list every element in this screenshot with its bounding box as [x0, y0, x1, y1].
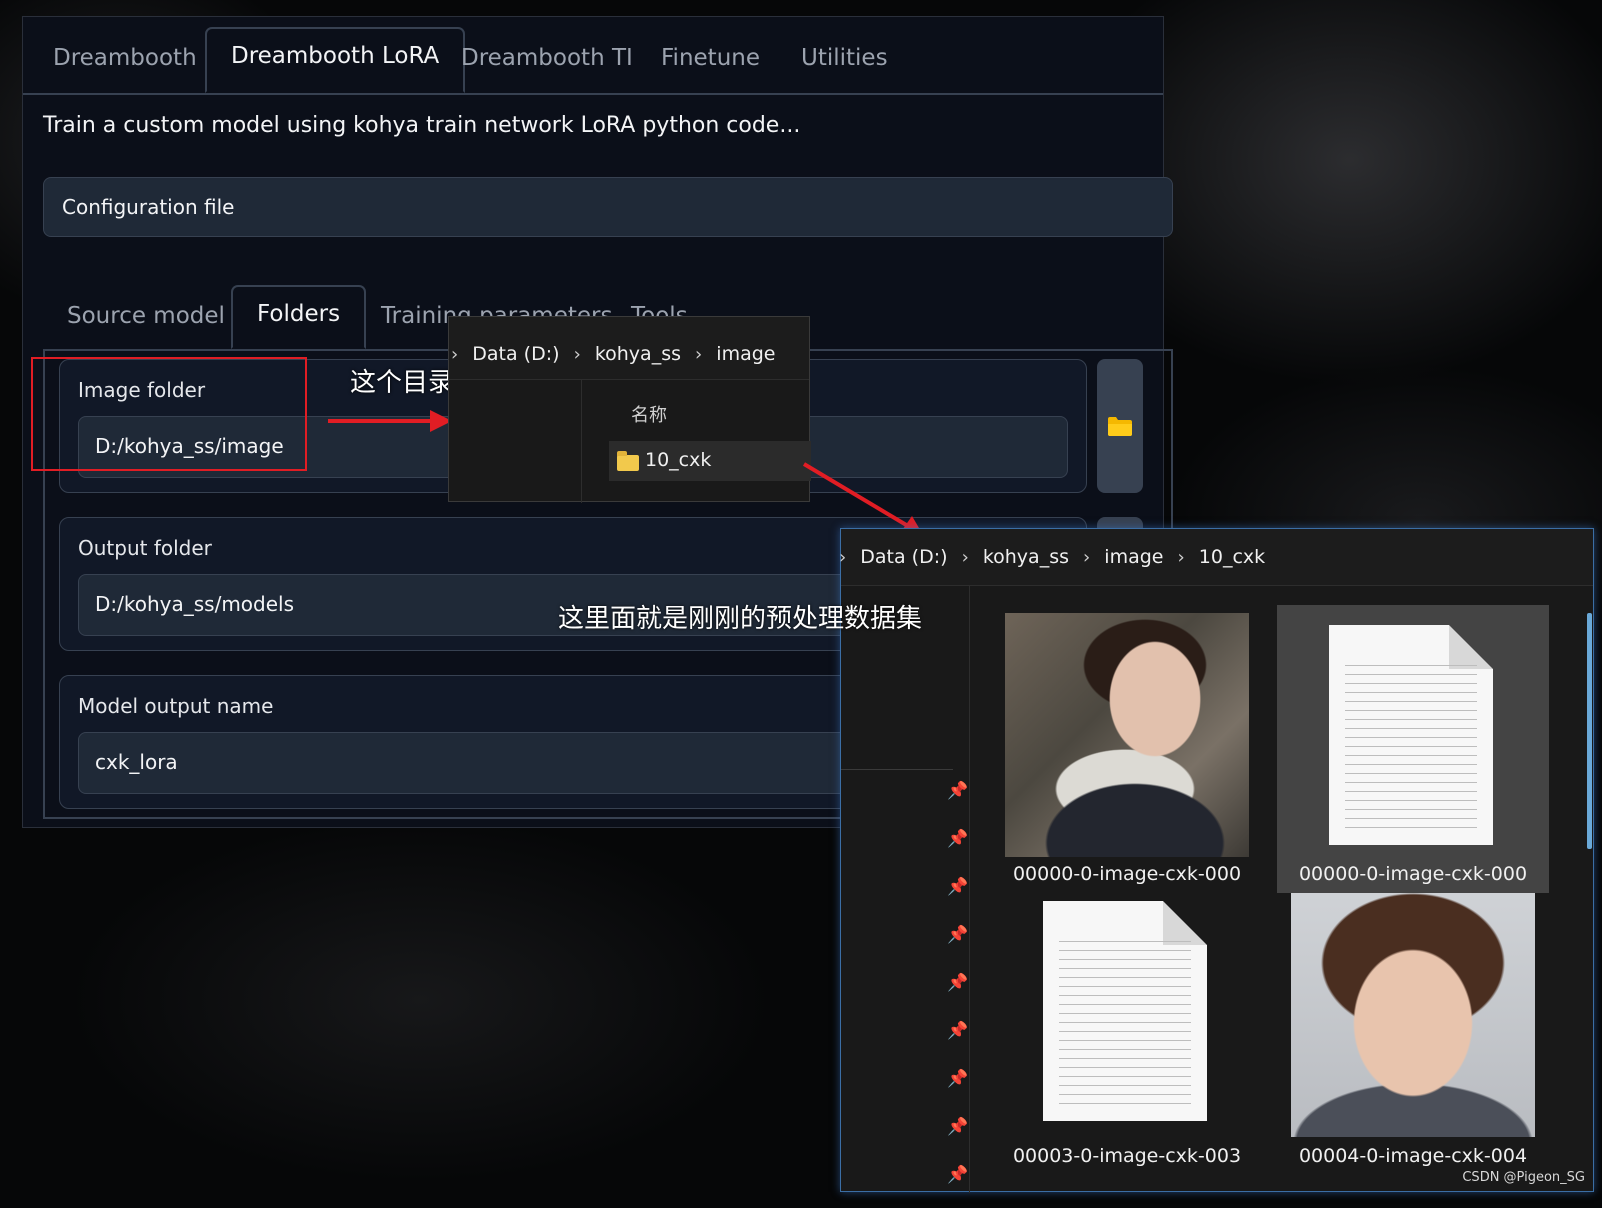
- breadcrumb: › Data (D:) › kohya_ss › image › 10_cxk: [839, 546, 1273, 568]
- tab-dreambooth-ti[interactable]: Dreambooth TI: [461, 45, 633, 71]
- pin-icon[interactable]: 📌: [947, 1069, 968, 1089]
- file-name: 00000-0-image-cxk-000: [1012, 863, 1242, 885]
- folder-row-10-cxk[interactable]: 10_cxk: [609, 441, 811, 481]
- file-item-selected[interactable]: 00000-0-image-cxk-000: [1277, 605, 1549, 893]
- breadcrumb-item[interactable]: 10_cxk: [1199, 546, 1265, 568]
- chevron-right-icon: ›: [451, 344, 459, 365]
- chevron-right-icon: ›: [1083, 547, 1091, 568]
- image-folder-browse-button[interactable]: [1097, 359, 1143, 493]
- breadcrumb-item[interactable]: Data (D:): [472, 343, 559, 365]
- folder-icon: [617, 451, 639, 471]
- annotation-dataset-note: 这里面就是刚刚的预处理数据集: [558, 604, 923, 634]
- chevron-right-icon: ›: [573, 344, 581, 365]
- page-corner: [1449, 625, 1493, 669]
- column-header-name[interactable]: 名称: [631, 401, 667, 427]
- breadcrumb-item[interactable]: kohya_ss: [983, 546, 1069, 568]
- breadcrumb-item[interactable]: kohya_ss: [595, 343, 681, 365]
- folder-icon: [1108, 417, 1132, 436]
- file-name: 00000-0-image-cxk-000: [1298, 863, 1528, 885]
- tab-utilities[interactable]: Utilities: [801, 45, 888, 71]
- pin-icon[interactable]: 📌: [947, 1021, 968, 1041]
- output-folder-label: Output folder: [78, 536, 212, 560]
- folder-name: 10_cxk: [645, 449, 712, 471]
- pin-icon[interactable]: 📌: [947, 1165, 968, 1185]
- page-corner: [1163, 901, 1207, 945]
- address-bar: › Data (D:) › kohya_ss › image › 10_cxk: [839, 529, 1593, 586]
- model-output-name-label: Model output name: [78, 694, 274, 718]
- chevron-right-icon: ›: [695, 344, 703, 365]
- output-folder-value: D:/kohya_ss/models: [95, 592, 295, 616]
- breadcrumb-item[interactable]: image: [716, 343, 775, 365]
- scrollbar[interactable]: [1587, 613, 1592, 849]
- explorer-window-image: › Data (D:) › kohya_ss › image 名称 10_cxk: [448, 316, 811, 503]
- pin-icon[interactable]: 📌: [947, 877, 968, 897]
- text-file-icon: [1329, 625, 1493, 845]
- tab-dreambooth[interactable]: Dreambooth: [53, 45, 197, 71]
- watermark: CSDN @Pigeon_SG: [1462, 1170, 1585, 1185]
- explorer-window-10-cxk: › Data (D:) › kohya_ss › image › 10_cxk …: [839, 528, 1594, 1193]
- file-item[interactable]: 00004-0-image-cxk-004: [1277, 893, 1549, 1181]
- tab-source-model[interactable]: Source model: [67, 303, 225, 329]
- pin-icon[interactable]: 📌: [947, 973, 968, 993]
- file-name: 00004-0-image-cxk-004: [1298, 1145, 1528, 1167]
- main-tabbar: Dreambooth Dreambooth LoRA Dreambooth TI…: [23, 27, 1163, 95]
- configuration-file-accordion[interactable]: Configuration file: [43, 177, 1173, 237]
- text-lines: [1345, 665, 1477, 829]
- file-name: 00003-0-image-cxk-003: [1012, 1145, 1242, 1167]
- navigation-pane: 📌 📌 📌 📌 📌 📌 📌 📌 📌: [841, 585, 970, 1193]
- pin-icon[interactable]: 📌: [947, 1117, 968, 1137]
- image-thumbnail: [1005, 613, 1249, 857]
- breadcrumb: › Data (D:) › kohya_ss › image: [451, 343, 783, 365]
- tab-folders[interactable]: Folders: [231, 285, 367, 349]
- configuration-file-label: Configuration file: [62, 195, 235, 219]
- chevron-right-icon: ›: [839, 547, 847, 568]
- pin-icon[interactable]: 📌: [947, 829, 968, 849]
- breadcrumb-item[interactable]: Data (D:): [860, 546, 947, 568]
- file-item[interactable]: 00000-0-image-cxk-000: [991, 605, 1263, 893]
- chevron-right-icon: ›: [961, 547, 969, 568]
- breadcrumb-item[interactable]: image: [1104, 546, 1163, 568]
- text-lines: [1059, 941, 1191, 1105]
- text-file-icon: [1043, 901, 1207, 1121]
- nav-separator: [841, 769, 953, 770]
- arrow-to-explorer: [328, 410, 452, 432]
- address-bar: › Data (D:) › kohya_ss › image: [449, 317, 809, 380]
- chevron-right-icon: ›: [1177, 547, 1185, 568]
- tab-dreambooth-lora[interactable]: Dreambooth LoRA: [205, 27, 466, 93]
- image-thumbnail: [1291, 893, 1535, 1137]
- pin-icon[interactable]: 📌: [947, 925, 968, 945]
- model-output-name-value: cxk_lora: [95, 750, 178, 774]
- pin-icon[interactable]: 📌: [947, 781, 968, 801]
- image-folder-highlight: [31, 357, 307, 471]
- tab-finetune[interactable]: Finetune: [661, 45, 760, 71]
- page-description: Train a custom model using kohya train n…: [43, 113, 801, 138]
- pane-divider: [581, 379, 582, 503]
- file-item[interactable]: 00003-0-image-cxk-003: [991, 893, 1263, 1181]
